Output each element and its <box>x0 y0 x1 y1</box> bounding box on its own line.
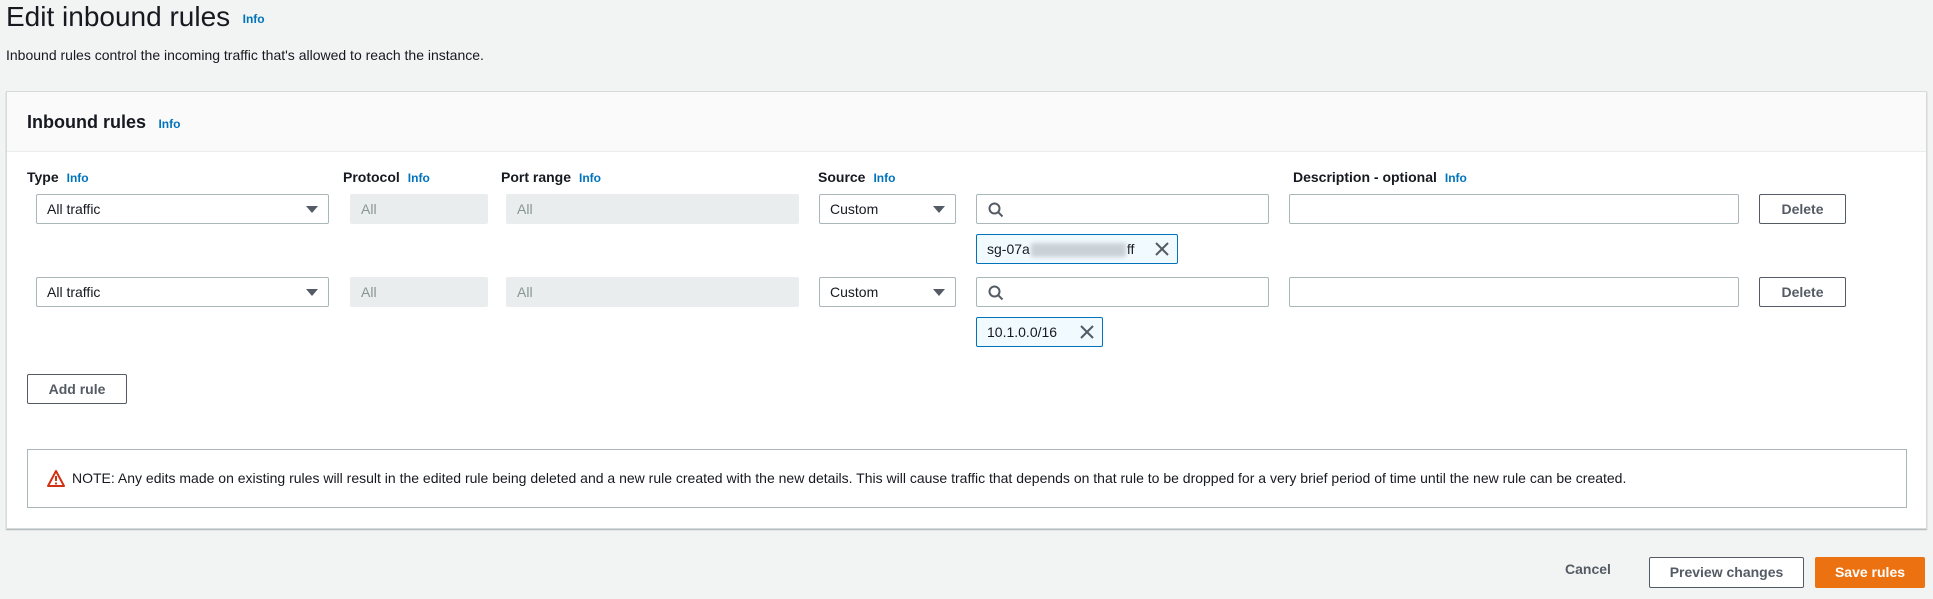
rule-1-source-search-input[interactable] <box>976 194 1269 224</box>
inbound-rules-panel: Inbound rules Info Type Info Protocol Info… <box>6 91 1927 529</box>
rule-1-description-input[interactable] <box>1289 194 1739 224</box>
page-title: Edit inbound rules <box>6 1 231 32</box>
column-header-description-label: Description - optional <box>1293 169 1437 185</box>
rule-2-source-token-value: 10.1.0.0/16 <box>987 324 1058 340</box>
warning-message: NOTE: Any edits made on existing rules w… <box>72 470 1627 486</box>
rule-2-description-input[interactable] <box>1289 277 1739 307</box>
rule-2-source-type-select[interactable]: Custom <box>819 277 956 307</box>
rule-1-protocol-field: All <box>350 194 488 224</box>
save-rules-button[interactable]: Save rules <box>1815 557 1925 588</box>
description-info-link[interactable]: Info <box>1445 171 1467 185</box>
caret-down-icon <box>933 206 945 213</box>
panel-title: Inbound rules <box>27 112 146 132</box>
column-header-protocol-label: Protocol <box>343 169 400 185</box>
rule-1-source-token-suffix: ff <box>1126 241 1135 257</box>
rule-2-source-search-input[interactable] <box>976 277 1269 307</box>
column-header-source: Source Info <box>818 169 895 185</box>
rule-2-type-select[interactable]: All traffic <box>36 277 329 307</box>
column-header-protocol: Protocol Info <box>343 169 430 185</box>
rule-2-source-token: 10.1.0.0/16 <box>976 317 1103 347</box>
close-icon[interactable] <box>1155 242 1169 256</box>
page-header: Edit inbound rules Info <box>6 0 265 34</box>
column-header-type: Type Info <box>27 169 89 185</box>
rule-2-delete-button[interactable]: Delete <box>1759 277 1846 307</box>
cancel-button[interactable]: Cancel <box>1565 561 1611 577</box>
caret-down-icon <box>306 206 318 213</box>
preview-changes-button[interactable]: Preview changes <box>1649 557 1804 588</box>
column-header-source-label: Source <box>818 169 866 185</box>
column-header-description: Description - optional Info <box>1293 169 1467 185</box>
caret-down-icon <box>306 289 318 296</box>
warning-alert: NOTE: Any edits made on existing rules w… <box>27 449 1907 508</box>
warning-icon <box>47 470 65 487</box>
panel-header: Inbound rules Info <box>7 92 1926 152</box>
rule-2-protocol-field: All <box>350 277 488 307</box>
rule-1-delete-button[interactable]: Delete <box>1759 194 1846 224</box>
rule-2-source-type-value: Custom <box>830 284 879 300</box>
redacted-text <box>1030 243 1126 258</box>
rule-1-source-type-value: Custom <box>830 201 879 217</box>
rule-2-port-range-field: All <box>506 277 799 307</box>
port-range-info-link[interactable]: Info <box>579 171 601 185</box>
column-header-type-label: Type <box>27 169 59 185</box>
panel-title-info-link[interactable]: Info <box>158 117 180 131</box>
close-icon[interactable] <box>1080 325 1094 339</box>
rule-2-type-value: All traffic <box>47 284 101 300</box>
search-icon <box>988 285 1004 301</box>
search-icon <box>988 202 1004 218</box>
type-info-link[interactable]: Info <box>67 171 89 185</box>
rule-1-port-range-field: All <box>506 194 799 224</box>
source-info-link[interactable]: Info <box>873 171 895 185</box>
page-description: Inbound rules control the incoming traff… <box>6 47 484 63</box>
rule-1-source-token: sg-07a ff <box>976 234 1178 264</box>
rule-1-type-value: All traffic <box>47 201 101 217</box>
caret-down-icon <box>933 289 945 296</box>
protocol-info-link[interactable]: Info <box>408 171 430 185</box>
rule-1-type-select[interactable]: All traffic <box>36 194 329 224</box>
column-header-port-range: Port range Info <box>501 169 601 185</box>
add-rule-button[interactable]: Add rule <box>27 374 127 404</box>
rule-1-source-token-prefix: sg-07a <box>987 241 1030 257</box>
column-header-port-range-label: Port range <box>501 169 572 185</box>
page-title-info-link[interactable]: Info <box>243 12 265 26</box>
rule-1-source-type-select[interactable]: Custom <box>819 194 956 224</box>
